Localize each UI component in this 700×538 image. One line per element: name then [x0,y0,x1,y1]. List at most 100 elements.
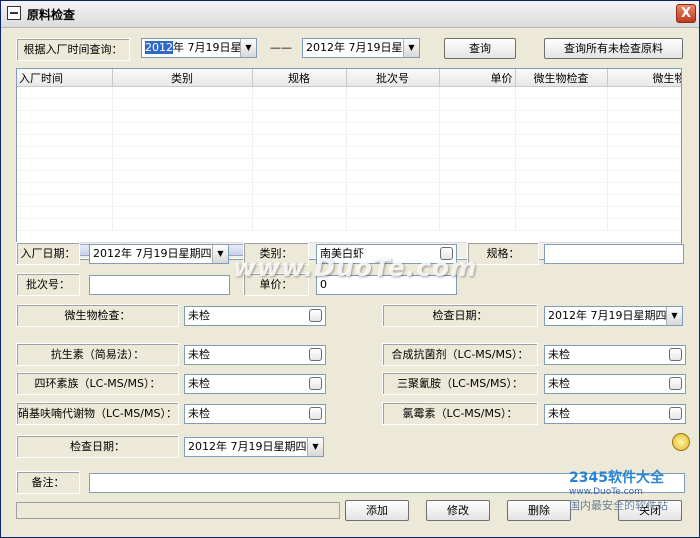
table-cell[interactable] [346,134,440,147]
table-row[interactable] [17,86,681,99]
table-cell[interactable] [439,134,516,147]
table-cell[interactable] [112,110,253,123]
table-cell[interactable] [515,170,608,183]
table-cell[interactable] [439,158,516,171]
table-cell[interactable] [346,98,440,111]
table-cell[interactable] [346,86,440,99]
table-cell[interactable] [112,194,253,207]
table-row[interactable] [17,134,681,147]
chevron-down-icon[interactable]: ▼ [307,438,323,456]
query-date-to[interactable]: 2012年 7月19日星期 ▼ [302,38,420,58]
table-cell[interactable] [439,146,516,159]
nitrofuran-field[interactable]: 未检 [184,404,326,424]
table-cell[interactable] [439,98,516,111]
synthetic-antibacterial-field[interactable]: 未检 [544,345,686,365]
materials-grid[interactable]: 入厂时间 类别 规格 批次号 单价 微生物检查 微生物检 ◀ ▶ [16,68,682,260]
column-header-micro[interactable]: 微生物检查 [515,69,608,87]
system-menu-icon[interactable] [7,6,21,20]
chloramphenicol-lookup-icon[interactable] [669,407,682,420]
table-row[interactable] [17,206,681,219]
chevron-down-icon[interactable]: ▼ [403,39,419,57]
chevron-down-icon[interactable]: ▼ [240,39,256,57]
table-cell[interactable] [252,122,347,135]
query-date-from[interactable]: 2012年 7月19日星期 ▼ [141,38,257,58]
table-cell[interactable] [112,98,253,111]
table-row[interactable] [17,194,681,207]
add-button[interactable]: 添加 [345,500,409,521]
batch-field[interactable] [89,275,230,295]
table-cell[interactable] [515,86,608,99]
table-cell[interactable] [607,146,681,159]
chloramphenicol-field[interactable]: 未检 [544,404,686,424]
table-cell[interactable] [515,134,608,147]
table-cell[interactable] [515,146,608,159]
column-header-category[interactable]: 类别 [112,69,253,87]
table-cell[interactable] [346,218,440,231]
table-cell[interactable] [252,182,347,195]
table-cell[interactable] [607,122,681,135]
table-cell[interactable] [112,134,253,147]
table-cell[interactable] [439,194,516,207]
table-cell[interactable] [607,158,681,171]
micro-check-field[interactable]: 未检 [184,306,326,326]
table-cell[interactable] [17,110,113,123]
column-header-entry-time[interactable]: 入厂时间 [17,69,113,87]
antibiotic-lookup-icon[interactable] [309,348,322,361]
table-cell[interactable] [607,134,681,147]
table-cell[interactable] [439,206,516,219]
table-cell[interactable] [252,98,347,111]
table-cell[interactable] [252,110,347,123]
table-row[interactable] [17,182,681,195]
table-cell[interactable] [607,98,681,111]
table-cell[interactable] [346,206,440,219]
table-cell[interactable] [607,218,681,231]
table-cell[interactable] [439,170,516,183]
table-cell[interactable] [17,206,113,219]
table-cell[interactable] [252,134,347,147]
table-cell[interactable] [515,98,608,111]
chevron-down-icon[interactable]: ▼ [666,307,682,325]
entry-date-picker[interactable]: 2012年 7月19日星期四 ▼ [89,244,229,264]
table-cell[interactable] [515,218,608,231]
modify-button[interactable]: 修改 [426,500,490,521]
table-cell[interactable] [607,206,681,219]
table-cell[interactable] [607,194,681,207]
table-cell[interactable] [112,206,253,219]
table-cell[interactable] [17,134,113,147]
table-cell[interactable] [515,158,608,171]
check-date-picker[interactable]: 2012年 7月19日星期四 ▼ [544,306,683,326]
table-cell[interactable] [607,86,681,99]
chevron-down-icon[interactable]: ▼ [212,245,228,263]
table-cell[interactable] [17,122,113,135]
melamine-field[interactable]: 未检 [544,374,686,394]
close-window-button[interactable]: X [676,4,696,23]
table-cell[interactable] [346,122,440,135]
table-cell[interactable] [112,122,253,135]
spec-field[interactable] [544,244,684,264]
melamine-lookup-icon[interactable] [669,377,682,390]
table-cell[interactable] [439,182,516,195]
table-row[interactable] [17,218,681,231]
table-cell[interactable] [439,218,516,231]
tetracycline-lookup-icon[interactable] [309,377,322,390]
table-cell[interactable] [515,122,608,135]
table-cell[interactable] [17,170,113,183]
table-cell[interactable] [17,98,113,111]
delete-button[interactable]: 删除 [507,500,571,521]
micro-check-lookup-icon[interactable] [309,309,322,322]
synthetic-antibacterial-lookup-icon[interactable] [669,348,682,361]
table-cell[interactable] [17,86,113,99]
table-cell[interactable] [17,146,113,159]
table-cell[interactable] [17,158,113,171]
table-cell[interactable] [607,170,681,183]
table-cell[interactable] [17,218,113,231]
table-cell[interactable] [515,194,608,207]
table-cell[interactable] [112,218,253,231]
table-cell[interactable] [607,182,681,195]
floating-helper-icon[interactable] [672,433,690,451]
table-row[interactable] [17,122,681,135]
table-cell[interactable] [17,182,113,195]
table-cell[interactable] [112,146,253,159]
table-cell[interactable] [112,158,253,171]
table-cell[interactable] [252,194,347,207]
